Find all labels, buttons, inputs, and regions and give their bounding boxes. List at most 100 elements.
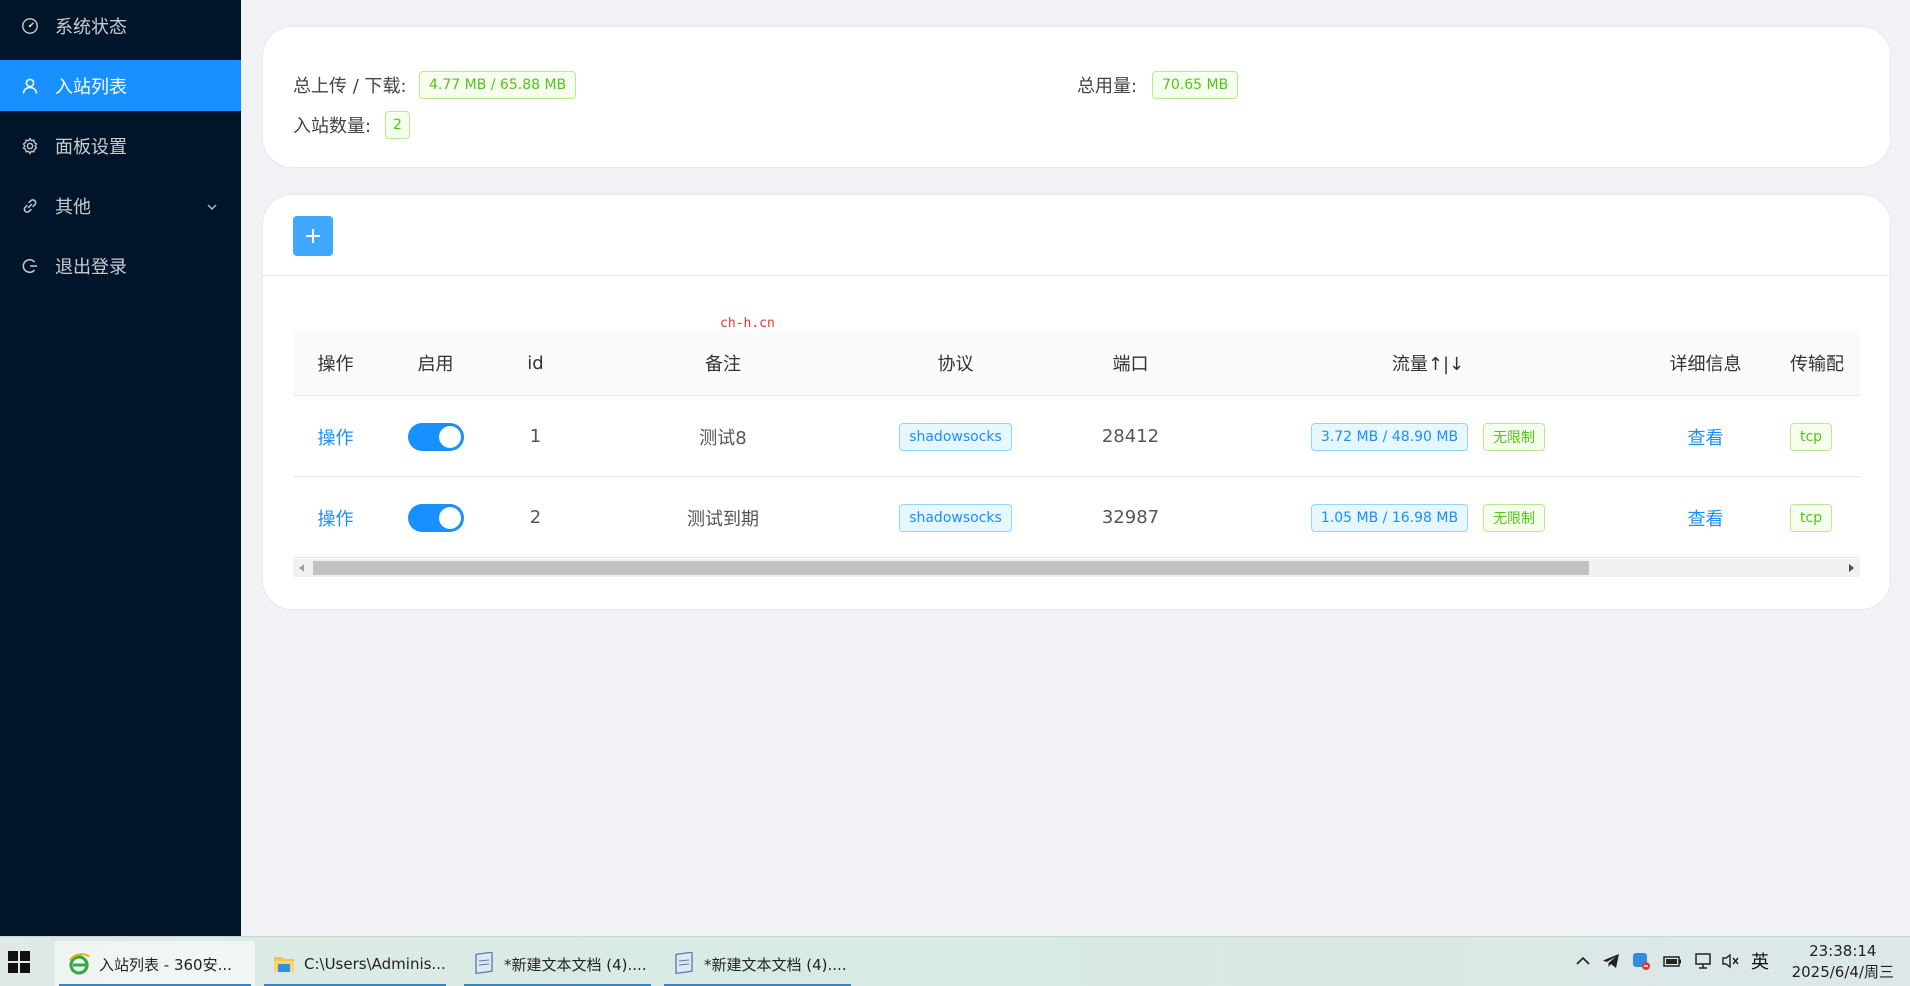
inbound-table-card: ch-h.cn 操作 启用 id 备注 协议 端口 流量↑|↓ 详细信息 传输配… [262, 194, 1891, 610]
link-icon [21, 197, 39, 215]
column-header-enable: 启用 [417, 354, 454, 375]
taskbar: 入站列表 - 360安... C:\Users\Adminis... *新建文本… [0, 936, 1910, 986]
sidebar-item-other[interactable]: 其他 [0, 180, 241, 231]
transport-tag: tcp [1790, 503, 1833, 532]
column-header-remark: 备注 [705, 354, 741, 375]
enable-toggle[interactable] [407, 422, 464, 451]
network-icon[interactable] [1692, 950, 1714, 972]
table-header: 操作 启用 id 备注 协议 端口 流量↑|↓ 详细信息 传输配 [293, 330, 1860, 396]
scrollbar-thumb[interactable] [313, 561, 1589, 575]
taskbar-item-label: C:\Users\Adminis... [304, 955, 446, 973]
summary-card: 总上传 / 下载: 4.77 MB / 65.88 MB 总用量: 70.65 … [262, 26, 1891, 168]
divider [263, 275, 1890, 276]
user-icon [21, 77, 39, 95]
transport-tag: tcp [1790, 422, 1833, 451]
column-header-transport: 传输配 [1790, 354, 1844, 375]
limit-tag: 无限制 [1483, 503, 1546, 532]
telegram-icon[interactable] [1600, 950, 1622, 972]
inbound-count-label: 入站数量: [293, 116, 372, 137]
view-details-link[interactable]: 查看 [1638, 477, 1773, 558]
row-id: 1 [529, 426, 542, 447]
taskbar-item-browser[interactable]: 入站列表 - 360安... [55, 941, 255, 986]
add-inbound-button[interactable] [293, 216, 333, 256]
traffic-value-tag: 4.77 MB / 65.88 MB [419, 71, 577, 99]
row-port: 32987 [1101, 507, 1160, 528]
protocol-cell: shadowsocks [868, 396, 1043, 477]
column-header-id: id [527, 352, 544, 374]
enable-cell [378, 396, 493, 477]
taskbar-item-label: *新建文本文档 (4).... [504, 955, 647, 974]
sidebar-item-logout[interactable]: 退出登录 [0, 240, 241, 291]
row-action-link[interactable]: 操作 [293, 477, 378, 558]
column-header-traffic[interactable]: 流量↑|↓ [1218, 330, 1638, 396]
traffic-cell: 1.05 MB / 16.98 MB 无限制 [1218, 477, 1638, 558]
clock-date: 2025/6/4/周三 [1791, 963, 1894, 981]
taskbar-clock[interactable]: 23:38:14 2025/6/4/周三 [1792, 941, 1894, 983]
sidebar-item-label: 系统状态 [55, 16, 127, 38]
inbound-count-tag: 2 [385, 111, 410, 139]
scroll-right-icon[interactable] [1842, 559, 1860, 577]
table-row: 操作 1 测试8 shadowsocks 28412 3.72 MB / 48.… [293, 396, 1860, 477]
ime-indicator[interactable]: 英 [1749, 950, 1771, 973]
row-remark: 测试8 [699, 427, 747, 449]
sidebar-item-label: 入站列表 [55, 76, 127, 98]
sidebar-item-system-status[interactable]: 系统状态 [0, 0, 241, 51]
battery-icon[interactable] [1661, 950, 1683, 972]
dashboard-icon [21, 17, 39, 35]
traffic-tag: 3.72 MB / 48.90 MB [1310, 422, 1469, 451]
horizontal-scrollbar[interactable] [293, 559, 1860, 577]
view-details-link[interactable]: 查看 [1638, 396, 1773, 477]
protocol-cell: shadowsocks [868, 477, 1043, 558]
column-header-details: 详细信息 [1669, 354, 1742, 375]
watermark: ch-h.cn [720, 316, 775, 331]
notepad-icon [672, 951, 696, 976]
plus-icon [306, 229, 320, 243]
column-header-protocol: 协议 [937, 354, 974, 375]
limit-tag: 无限制 [1483, 422, 1546, 451]
taskbar-item-notepad-2[interactable]: *新建文本文档 (4).... [660, 941, 855, 986]
total-usage-label: 总用量: [1077, 76, 1138, 97]
row-remark: 测试到期 [687, 508, 759, 530]
column-header-port: 端口 [1112, 354, 1149, 375]
volume-muted-icon[interactable] [1720, 950, 1742, 972]
ie-browser-icon [67, 952, 91, 976]
taskbar-item-label: *新建文本文档 (4).... [704, 955, 847, 974]
folder-icon [272, 952, 296, 976]
clock-time: 23:38:14 [1809, 942, 1877, 960]
sidebar-item-label: 面板设置 [55, 136, 127, 158]
table-row: 操作 2 测试到期 shadowsocks 32987 1.05 MB / 16… [293, 477, 1860, 558]
protocol-tag: shadowsocks [899, 503, 1012, 532]
protocol-tag: shadowsocks [899, 422, 1012, 451]
traffic-cell: 3.72 MB / 48.90 MB 无限制 [1218, 396, 1638, 477]
transport-cell: tcp [1773, 477, 1860, 558]
sidebar-item-panel-settings[interactable]: 面板设置 [0, 120, 241, 171]
row-action-link[interactable]: 操作 [293, 396, 378, 477]
column-header-action: 操作 [317, 354, 354, 375]
enable-cell [378, 477, 493, 558]
chevron-down-icon [205, 198, 219, 212]
taskbar-item-explorer[interactable]: C:\Users\Adminis... [260, 941, 450, 986]
total-usage-tag: 70.65 MB [1152, 71, 1239, 99]
sidebar-item-inbounds[interactable]: 入站列表 [0, 60, 241, 111]
toggle-knob [438, 506, 461, 529]
taskbar-item-label: 入站列表 - 360安... [99, 955, 232, 974]
notepad-icon [472, 951, 496, 976]
windows-start-icon[interactable] [8, 951, 30, 973]
security-shield-icon[interactable] [1630, 950, 1652, 972]
toggle-knob [438, 425, 461, 448]
gear-icon [21, 136, 39, 155]
transport-cell: tcp [1773, 396, 1860, 477]
traffic-tag: 1.05 MB / 16.98 MB [1310, 503, 1469, 532]
sidebar-item-label: 退出登录 [55, 256, 127, 278]
enable-toggle[interactable] [407, 503, 464, 532]
sidebar-item-label: 其他 [55, 196, 91, 218]
row-id: 2 [529, 507, 542, 528]
traffic-label: 总上传 / 下载: [293, 76, 407, 97]
inbound-table: 操作 启用 id 备注 协议 端口 流量↑|↓ 详细信息 传输配 操作 1 测试… [293, 330, 1860, 577]
row-port: 28412 [1101, 426, 1160, 447]
sidebar: 系统状态 入站列表 面板设置 其他 退出登录 [0, 0, 241, 936]
logout-icon [21, 257, 39, 275]
scroll-left-icon[interactable] [293, 559, 311, 577]
chevron-up-icon[interactable] [1572, 950, 1594, 972]
taskbar-item-notepad-1[interactable]: *新建文本文档 (4).... [460, 941, 655, 986]
